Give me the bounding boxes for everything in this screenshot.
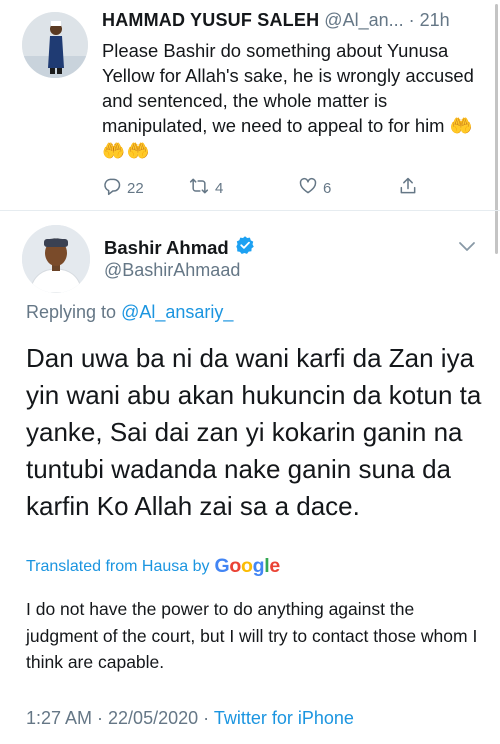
replying-label: Replying to (26, 302, 117, 322)
replying-to: Replying to @Al_ansariy_ (26, 302, 233, 323)
translated-label: Translated from Hausa by (26, 557, 210, 575)
translated-text: I do not have the power to do anything a… (26, 599, 478, 672)
author-name[interactable]: Bashir Ahmad (104, 235, 255, 260)
timestamp: 1:27 AM · 22/05/2020 · (26, 708, 210, 728)
avatar[interactable] (22, 12, 88, 78)
source-link[interactable]: Twitter for iPhone (214, 708, 354, 728)
share-icon (398, 176, 423, 200)
display-name: Bashir Ahmad (104, 236, 229, 258)
avatar[interactable] (22, 225, 90, 293)
reply-text: Please Bashir do something about Yunusa … (102, 38, 487, 163)
separator: · (408, 10, 415, 30)
google-logo: Google (214, 555, 280, 577)
action-bar: 22 4 6 (102, 176, 432, 198)
retweet-icon (188, 176, 215, 200)
reply-tweet[interactable]: HAMMAD YUSUF SALEH @Al_an... · 21h Pleas… (0, 0, 500, 210)
tweet-text: Dan uwa ba ni da wani karfi da Zan iya y… (26, 343, 482, 521)
tweet-time[interactable]: 21h (420, 10, 450, 30)
display-name[interactable]: HAMMAD YUSUF SALEH (102, 10, 319, 30)
share-button[interactable] (398, 176, 423, 200)
retweet-button[interactable]: 4 (188, 176, 223, 200)
translation-attribution[interactable]: Translated from Hausa by Google (26, 555, 280, 578)
reply-button[interactable]: 22 (102, 176, 144, 200)
like-icon (298, 176, 323, 200)
reply-count: 22 (127, 179, 144, 197)
chevron-down-icon[interactable] (458, 240, 476, 258)
reply-icon (102, 176, 127, 200)
user-handle[interactable]: @BashirAhmaad (104, 260, 240, 281)
reply-body: Please Bashir do something about Yunusa … (102, 40, 474, 136)
user-handle[interactable]: @Al_an... (324, 10, 403, 30)
like-count: 6 (323, 179, 332, 197)
divider (0, 210, 500, 211)
verified-badge-icon (229, 235, 255, 260)
tweet-metadata: 1:27 AM · 22/05/2020 · Twitter for iPhon… (26, 708, 354, 729)
like-button[interactable]: 6 (298, 176, 331, 200)
reply-header: HAMMAD YUSUF SALEH @Al_an... · 21h (102, 10, 450, 31)
replying-to-link[interactable]: @Al_ansariy_ (121, 302, 233, 322)
retweet-count: 4 (215, 179, 224, 197)
